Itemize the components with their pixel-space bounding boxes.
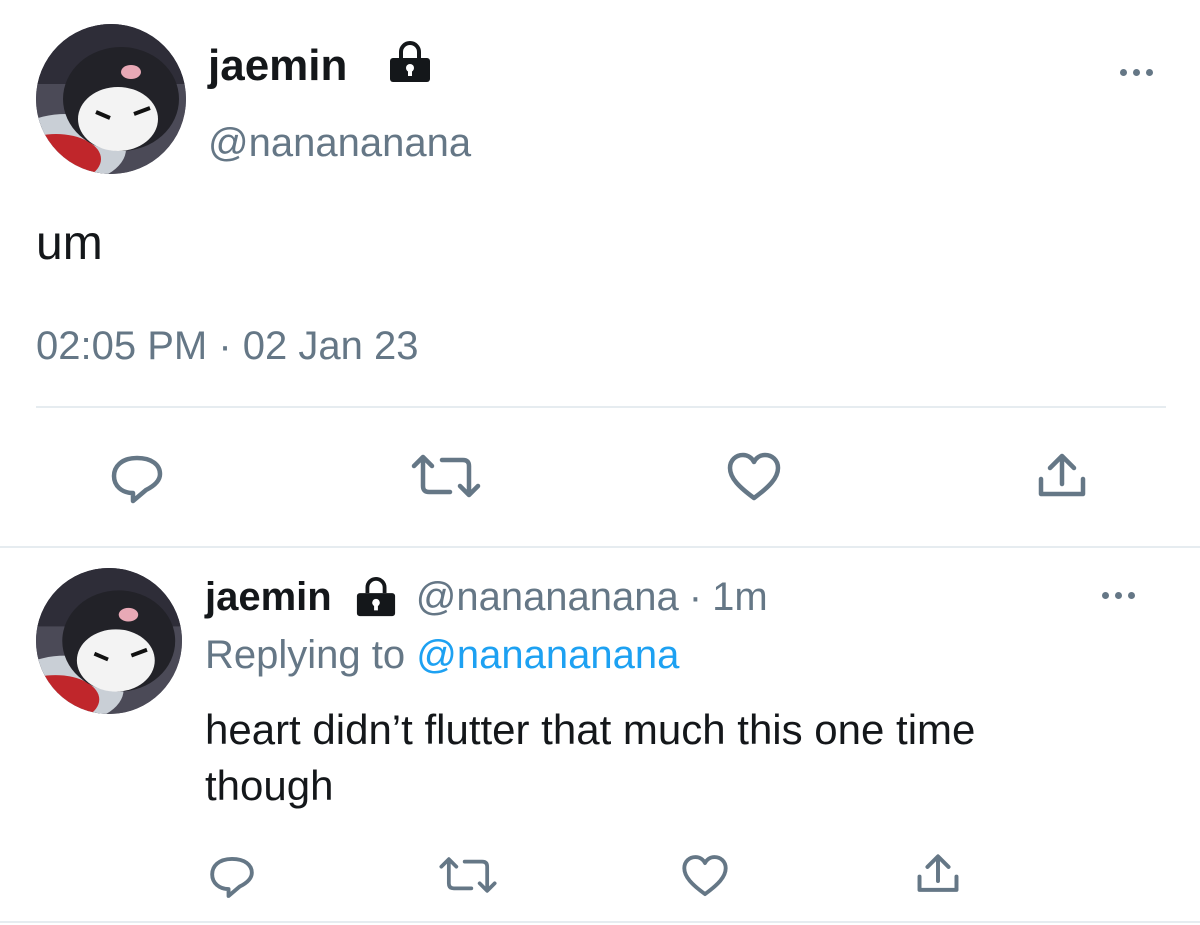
replying-to-handle-link[interactable]: @nanananana — [416, 633, 679, 677]
display-name[interactable]: jaemin — [205, 571, 332, 623]
share-icon[interactable] — [915, 852, 961, 896]
replying-to: Replying to @nanananana — [205, 629, 679, 681]
divider — [0, 921, 1200, 923]
tweet-text: heart didn’t flutter that much this one … — [205, 706, 976, 809]
retweet-icon[interactable] — [410, 452, 482, 500]
divider — [0, 546, 1200, 548]
divider — [36, 406, 1166, 408]
reply-icon[interactable] — [108, 453, 166, 505]
lock-icon — [354, 576, 398, 618]
replying-to-label: Replying to — [205, 633, 406, 677]
reply-header: jaemin @nanananana · 1m — [205, 571, 768, 623]
time-ago[interactable]: 1m — [712, 571, 768, 623]
user-handle[interactable]: @nanananana — [208, 118, 471, 168]
tweet-timestamp: 02:05 PM · 02 Jan 23 — [36, 324, 419, 368]
user-handle[interactable]: @nanananana — [416, 571, 679, 623]
share-icon[interactable] — [1036, 451, 1088, 501]
lock-icon — [387, 40, 433, 84]
retweet-icon[interactable] — [438, 855, 498, 895]
separator-dot: · — [688, 575, 703, 619]
display-name[interactable]: jaemin — [208, 38, 347, 94]
more-options-icon[interactable] — [1102, 592, 1135, 599]
like-icon[interactable] — [725, 451, 783, 503]
reply-icon[interactable] — [207, 854, 257, 900]
tweet-text: um — [36, 217, 103, 270]
avatar[interactable] — [36, 568, 182, 714]
like-icon[interactable] — [680, 853, 730, 899]
avatar[interactable] — [36, 24, 186, 174]
more-options-icon[interactable] — [1120, 69, 1153, 76]
